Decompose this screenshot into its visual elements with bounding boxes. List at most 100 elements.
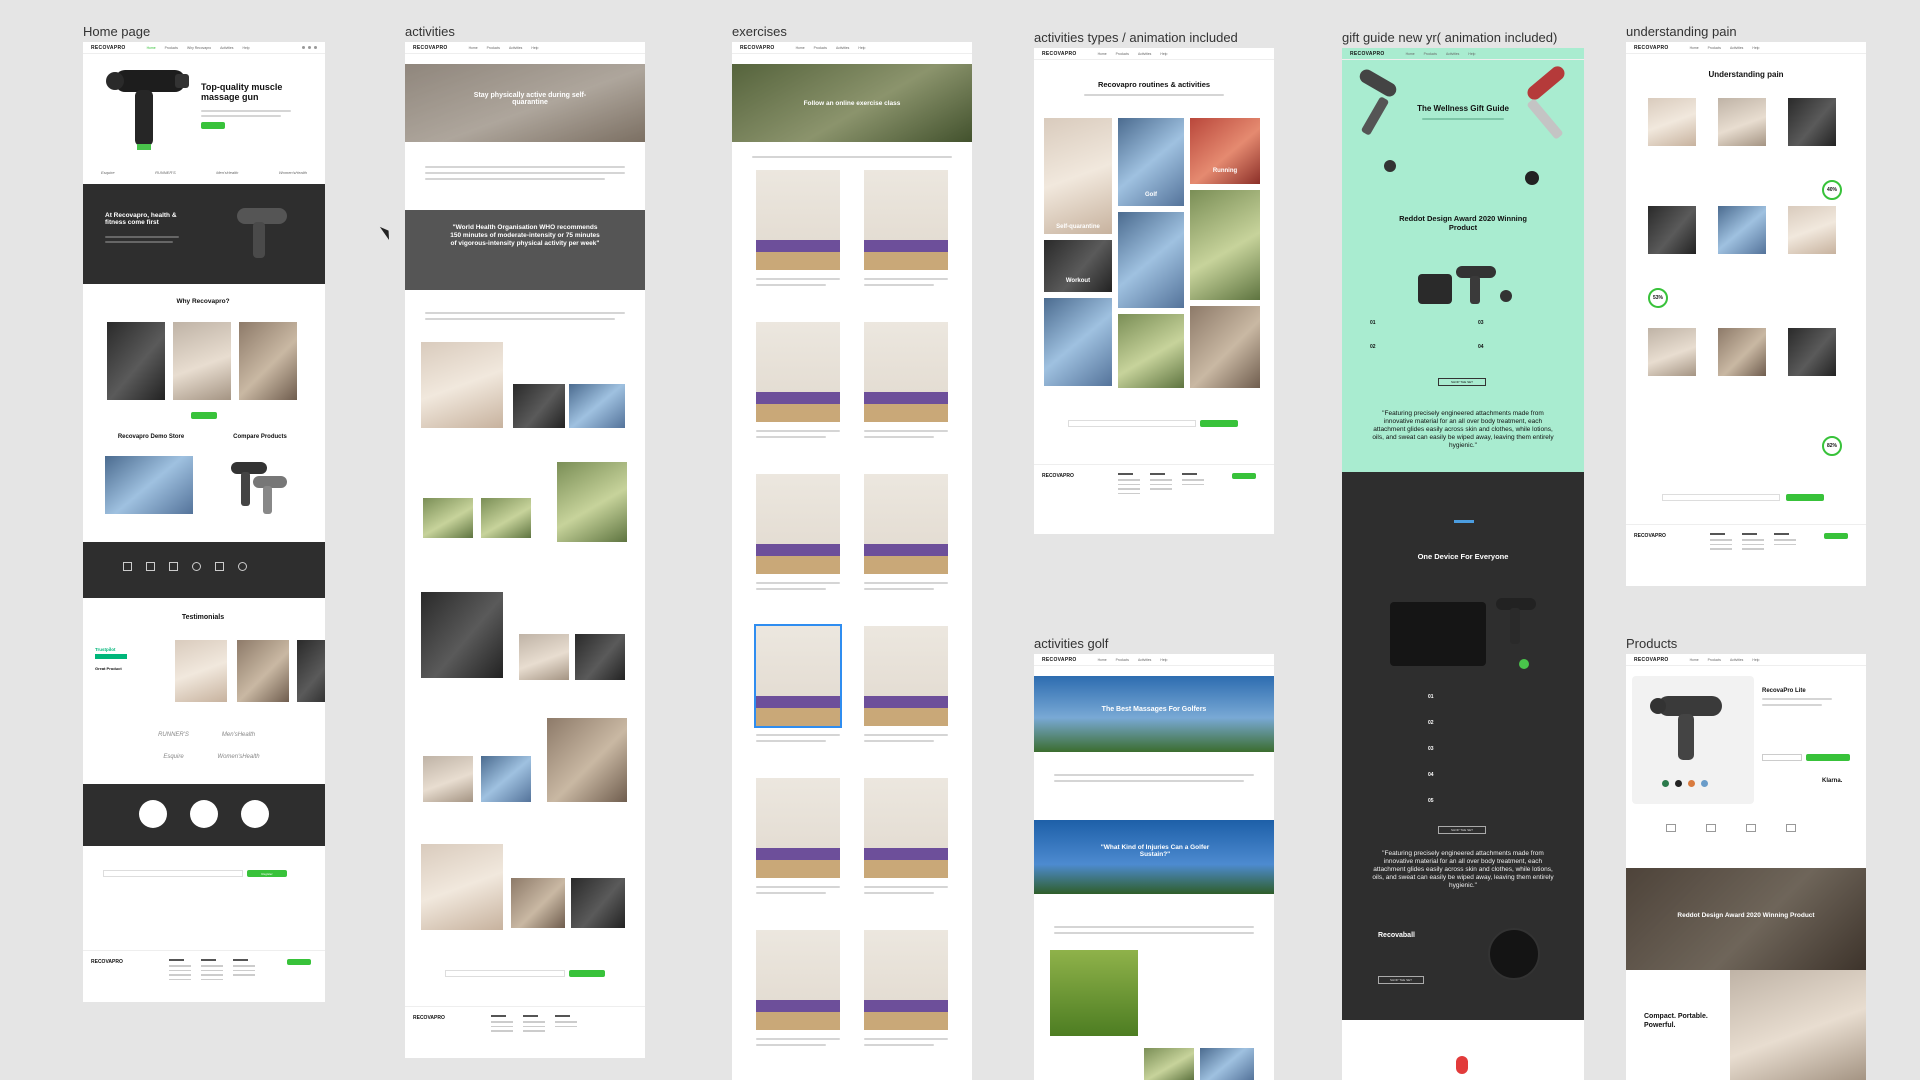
frame-activities[interactable]: RECOVAPRO Home Products Activities Help Stay… [405,42,645,1058]
tile-tennis[interactable] [1190,190,1260,300]
trustpilot-logo: Trustpilot [95,647,116,652]
gift-quote: "Featuring precisely engineered attachme… [1372,410,1554,449]
article-photo-6 [481,498,531,538]
understanding-email-input[interactable] [1662,494,1780,501]
footer: RECOVAPRO [83,950,325,1002]
who-quote: "World Health Organisation WHO recommend… [450,224,600,247]
review-title: Great Product [95,666,122,671]
learn-more-button[interactable] [191,412,217,419]
partner-badge-3 [241,800,269,828]
frame-activities-golf[interactable]: RECOVAPRO Home Products Activities Help The … [1034,654,1274,1080]
gift-gun-right [1525,66,1565,185]
testimonial-photo-2 [237,640,289,702]
frame-activities-types[interactable]: RECOVAPRO Home Products Activities Help Reco… [1034,48,1274,534]
frame-home-page[interactable]: RECOVAPRO Home Products Why Recovapro Activ… [83,42,325,1002]
register-button[interactable]: Register [247,870,287,877]
tree-icon [215,562,224,571]
tile-cycling[interactable] [1118,212,1184,308]
types-email-input[interactable] [1068,420,1196,427]
band-title: At Recovapro, health & fitness come firs… [105,212,177,226]
article-photo-2 [513,384,565,428]
golf-hero-title: The Best Massages For Golfers [1101,706,1207,713]
why-title: Why Recovapro? [176,298,230,305]
band-gun-image [237,208,287,258]
frame-label-products: Products [1626,636,1678,651]
gift-case-image [1390,598,1536,669]
activities-email-input[interactable] [445,970,565,977]
product-gun-image [1650,696,1722,760]
gift-guide-title: The Wellness Gift Guide [1417,104,1509,113]
calendar-icon [123,562,132,571]
add-to-cart-button[interactable] [1806,754,1850,761]
newsletter-email-input[interactable] [103,870,243,877]
article-photo-15 [571,878,625,928]
exercise-tile[interactable] [864,474,948,574]
article-photo-11 [423,756,473,802]
golf-photo-2 [1144,1048,1194,1080]
golf-photo-3 [1200,1048,1254,1080]
gift-dark-title: One Device For Everyone [1417,552,1509,561]
exercise-tile[interactable] [756,778,840,878]
why-photo-1 [107,322,165,400]
stat-82: 82% [1822,436,1842,456]
article-photo-10 [547,718,627,802]
gift-item-02: 02 [1370,344,1376,350]
understanding-register-button[interactable] [1786,494,1824,501]
types-register-button[interactable] [1200,420,1238,427]
exercise-tile[interactable] [756,474,840,574]
frame-exercises[interactable]: RECOVAPRO Home Products Activities Help Foll… [732,42,972,1080]
battery-icon [1706,824,1716,832]
gift-dark-shop-button[interactable]: SHOP THE SET [1438,826,1486,834]
attachment-icon [1746,824,1756,832]
exercise-tile[interactable] [864,930,948,1030]
recovaball-title: Recovaball [1378,932,1415,939]
exercise-tile[interactable] [864,322,948,422]
activities-register-button[interactable] [569,970,605,977]
color-swatches[interactable] [1662,780,1708,787]
gift-bottom-icon [1456,1056,1468,1074]
tile-self-quarantine[interactable] [1044,118,1112,234]
demo-store-photo [105,456,193,514]
tile-skate[interactable] [1044,298,1112,386]
golf-grass-photo [1050,950,1138,1036]
article-photo-14 [511,878,565,928]
article-photo-9 [575,634,625,680]
activities-footer: RECOVAPRO [405,1006,645,1058]
who-quote-band [405,210,645,290]
tile-elderly[interactable] [1190,306,1260,388]
tile-running[interactable] [1190,118,1260,184]
tile-football[interactable] [1118,314,1184,388]
truck-icon [146,562,155,571]
quantity-stepper[interactable] [1762,754,1802,761]
article-photo-1 [421,342,503,428]
compact-photo [1730,970,1866,1080]
gift-accent-bar [1454,520,1474,523]
exercise-tile[interactable] [756,322,840,422]
pain-photo-7 [1648,328,1696,376]
testimonial-photo-3 [297,640,325,702]
person-icon [169,562,178,571]
massage-gun-image [106,70,189,150]
why-photo-3 [239,322,297,400]
exercise-tile[interactable] [756,170,840,270]
exercise-tile[interactable] [756,930,840,1030]
tile-workout[interactable] [1044,240,1112,292]
frame-products[interactable]: RECOVAPRO Home Products Activities Help Reco… [1626,654,1866,1080]
gift-shop-set-button[interactable]: SHOP THE SET [1438,378,1486,386]
exercise-tile[interactable] [864,778,948,878]
product-name: RecovaPro Lite [1762,688,1806,694]
article-photo-8 [519,634,569,680]
feature-icons [123,562,247,571]
frame-understanding-pain[interactable]: RECOVAPRO Home Products Activities Help Unde… [1626,42,1866,586]
frame-label-understanding: understanding pain [1626,24,1737,39]
tile-label-golf: Golf [1145,192,1157,198]
gift-item-04: 04 [1478,344,1484,350]
shop-now-button[interactable] [201,122,225,129]
recovaball-shop-button[interactable]: SHOP THE SET [1378,976,1424,984]
gift-dark-quote: "Featuring precisely engineered attachme… [1372,850,1554,889]
exercise-tile[interactable] [864,170,948,270]
exercise-tile[interactable] [864,626,948,726]
recovaball-image [1488,928,1540,980]
exercise-tile[interactable] [754,624,842,728]
frame-gift-guide[interactable]: RECOVAPRO Home Products Activities Help The … [1342,48,1584,1080]
